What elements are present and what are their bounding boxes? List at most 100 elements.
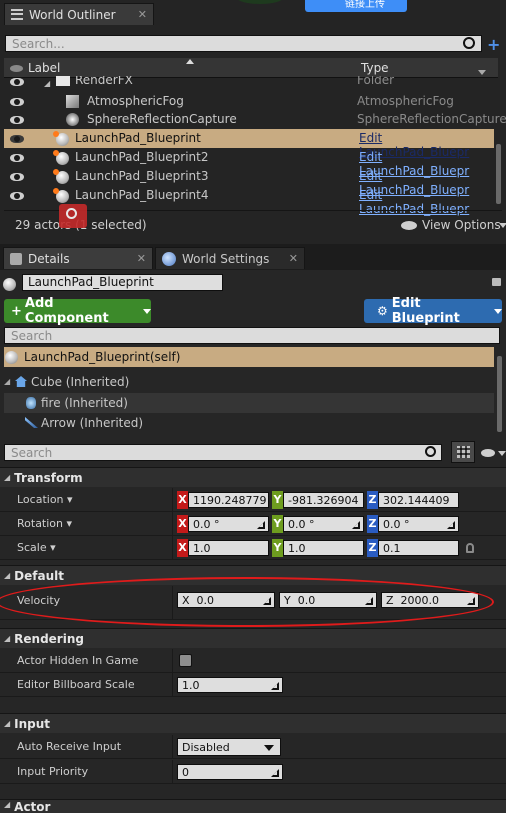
component-cube-row[interactable]: ◢ Cube (Inherited) bbox=[4, 373, 494, 391]
actor-header: Actor bbox=[14, 800, 51, 813]
input-category[interactable]: ◢ Input bbox=[0, 713, 506, 733]
actor-category[interactable]: ◢ Actor bbox=[0, 799, 506, 813]
rotation-label[interactable]: Rotation ▾ bbox=[17, 517, 72, 530]
list-item[interactable]: AtmosphericFog AtmosphericFog bbox=[4, 92, 494, 111]
chevron-down-icon[interactable] bbox=[499, 223, 506, 228]
input-priority-field[interactable]: 0 bbox=[177, 764, 283, 780]
outliner-footer: 29 actors (1 selected) View Options bbox=[4, 204, 506, 238]
tab-world-outliner[interactable]: World Outliner ✕ bbox=[4, 3, 154, 25]
rendering-category[interactable]: ◢ Rendering bbox=[0, 628, 506, 648]
property-search-input[interactable]: Search bbox=[4, 444, 442, 461]
divider bbox=[172, 760, 173, 783]
tab-details[interactable]: Details ✕ bbox=[3, 247, 153, 269]
list-item[interactable]: ◢ RenderFX Folder bbox=[4, 76, 494, 88]
add-filter-icon[interactable]: + bbox=[487, 35, 500, 54]
search-icon[interactable] bbox=[425, 446, 436, 457]
rendering-header: Rendering bbox=[14, 631, 84, 646]
close-icon[interactable]: ✕ bbox=[138, 8, 147, 21]
list-item-selected[interactable]: LaunchPad_Blueprint Edit LaunchPad_Bluep… bbox=[4, 129, 494, 159]
col-type[interactable]: Type bbox=[361, 61, 389, 75]
list-item[interactable]: LaunchPad_Blueprint3 Edit LaunchPad_Blue… bbox=[4, 167, 494, 197]
close-icon[interactable]: ✕ bbox=[289, 252, 298, 265]
drag-grip-icon[interactable] bbox=[271, 769, 279, 777]
row-type: Folder bbox=[357, 76, 395, 87]
components-scrollbar[interactable] bbox=[497, 356, 502, 432]
arrow-component-icon bbox=[25, 417, 38, 428]
axis-x-label: X bbox=[177, 491, 188, 509]
tab-world-outliner-label: World Outliner bbox=[29, 7, 116, 22]
list-item[interactable]: LaunchPad_Blueprint4 Edit LaunchPad_Blue… bbox=[4, 186, 494, 216]
view-options-button[interactable]: View Options bbox=[422, 218, 501, 232]
chevron-down-icon[interactable] bbox=[478, 70, 486, 75]
chevron-down-icon bbox=[143, 308, 151, 314]
col-label[interactable]: Label bbox=[28, 61, 60, 75]
lock-icon[interactable] bbox=[492, 278, 501, 286]
axis-y-label: Y bbox=[272, 515, 283, 533]
billboard-scale-label: Editor Billboard Scale bbox=[17, 678, 135, 691]
component-search-input[interactable]: Search bbox=[4, 327, 500, 344]
rotation-y-field[interactable]: 0.0 ° bbox=[283, 516, 364, 532]
list-item[interactable]: SphereReflectionCapture SphereReflection… bbox=[4, 110, 506, 129]
row-label: AtmosphericFog bbox=[87, 94, 184, 108]
drag-grip-icon[interactable] bbox=[271, 682, 279, 690]
drag-grip-icon[interactable] bbox=[257, 521, 265, 529]
scale-x-field[interactable]: 1.0 bbox=[188, 540, 269, 556]
property-matrix-button[interactable] bbox=[451, 441, 475, 463]
add-component-button[interactable]: + Add Component bbox=[4, 296, 151, 326]
actor-hidden-checkbox[interactable] bbox=[179, 654, 192, 667]
location-x-field[interactable]: 1190.248779 bbox=[188, 492, 269, 508]
component-self-row[interactable]: LaunchPad_Blueprint(self) bbox=[4, 347, 494, 367]
eye-icon[interactable] bbox=[10, 116, 24, 124]
auto-receive-dropdown[interactable]: Disabled bbox=[177, 738, 281, 756]
row-label: LaunchPad_Blueprint bbox=[75, 131, 201, 145]
eye-icon[interactable] bbox=[10, 98, 24, 106]
location-label[interactable]: Location ▾ bbox=[17, 493, 73, 506]
component-fire-row[interactable]: fire (Inherited) bbox=[4, 393, 494, 413]
particle-system-icon bbox=[26, 397, 36, 409]
globe-icon bbox=[162, 251, 176, 266]
rotation-x-field[interactable]: 0.0 ° bbox=[188, 516, 269, 532]
eye-icon[interactable] bbox=[10, 154, 24, 162]
actor-name-field[interactable]: LaunchPad_Blueprint bbox=[22, 274, 223, 291]
search-icon[interactable] bbox=[463, 37, 475, 49]
component-self-label: LaunchPad_Blueprint(self) bbox=[24, 350, 181, 364]
actor-hidden-label: Actor Hidden In Game bbox=[17, 654, 139, 667]
billboard-scale-field[interactable]: 1.0 bbox=[177, 677, 283, 693]
component-arrow-row[interactable]: Arrow (Inherited) bbox=[4, 414, 494, 432]
scale-z-field[interactable]: 0.1 bbox=[378, 540, 459, 556]
edit-blueprint-button[interactable]: ⚙ Edit Blueprint bbox=[364, 296, 502, 326]
close-icon[interactable]: ✕ bbox=[137, 252, 146, 265]
rotation-z-field[interactable]: 0.0 ° bbox=[378, 516, 459, 532]
eye-icon[interactable] bbox=[481, 449, 495, 457]
collapse-arrow-icon[interactable]: ◢ bbox=[4, 377, 10, 386]
tab-world-settings[interactable]: World Settings ✕ bbox=[155, 247, 305, 269]
eye-icon[interactable] bbox=[10, 135, 24, 143]
component-fire-label: fire (Inherited) bbox=[41, 396, 128, 410]
axis-z-label: Z bbox=[367, 539, 378, 557]
list-item[interactable]: LaunchPad_Blueprint2 Edit LaunchPad_Blue… bbox=[4, 148, 494, 178]
eye-icon[interactable] bbox=[10, 78, 24, 86]
input-priority-row: Input Priority 0 bbox=[0, 760, 506, 784]
top-upload-button[interactable]: 链接上传 bbox=[305, 0, 407, 12]
outliner-search-input[interactable]: Search... bbox=[5, 35, 482, 52]
drag-grip-icon[interactable] bbox=[352, 521, 360, 529]
drag-grip-icon[interactable] bbox=[447, 521, 455, 529]
collapse-arrow-icon[interactable]: ◢ bbox=[44, 79, 50, 88]
location-z-field[interactable]: 302.144409 bbox=[378, 492, 459, 508]
chevron-down-icon[interactable] bbox=[498, 451, 506, 456]
outliner-scrollbar[interactable] bbox=[496, 144, 501, 204]
scale-y-field[interactable]: 1.0 bbox=[283, 540, 364, 556]
transform-category[interactable]: ◢ Transform bbox=[0, 467, 506, 487]
divider bbox=[172, 536, 173, 559]
eye-icon[interactable] bbox=[10, 173, 24, 181]
axis-z-label: Z bbox=[367, 515, 378, 533]
sort-ascending-icon bbox=[186, 59, 194, 64]
blueprint-actor-icon bbox=[5, 351, 18, 364]
eye-icon[interactable] bbox=[10, 192, 24, 200]
scale-label[interactable]: Scale ▾ bbox=[17, 541, 56, 554]
divider bbox=[172, 649, 173, 672]
location-y-field[interactable]: -981.326904 bbox=[283, 492, 364, 508]
lock-icon[interactable] bbox=[466, 543, 474, 553]
edit-blueprint-label: Edit Blueprint bbox=[391, 296, 460, 326]
scene-component-icon bbox=[15, 376, 27, 387]
